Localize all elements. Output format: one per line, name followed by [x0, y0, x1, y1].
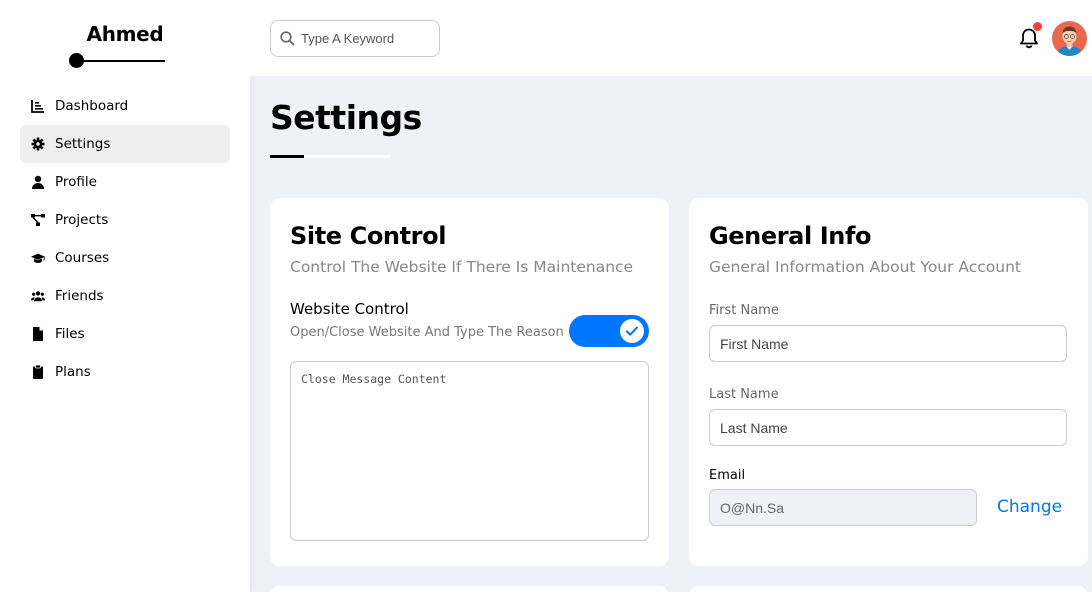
- avatar[interactable]: [1052, 21, 1087, 56]
- site-control-title: Site Control: [290, 222, 447, 250]
- sidebar-item-settings[interactable]: Settings: [20, 125, 230, 163]
- graduation-cap-icon: [30, 250, 46, 266]
- user-icon: [30, 174, 46, 190]
- sidebar-item-label: Settings: [55, 136, 111, 152]
- last-name-label: Last Name: [709, 387, 779, 402]
- sidebar-item-courses[interactable]: Courses: [20, 239, 230, 277]
- site-control-subtitle: Control The Website If There Is Maintena…: [290, 258, 634, 276]
- page-title: Settings: [270, 98, 422, 137]
- lower-card-right: [689, 586, 1088, 592]
- email-field[interactable]: [709, 489, 977, 526]
- sidebar-item-projects[interactable]: Projects: [20, 201, 230, 239]
- email-label: Email: [709, 468, 746, 483]
- website-control-toggle[interactable]: [569, 315, 649, 347]
- sidebar-item-friends[interactable]: Friends: [20, 277, 230, 315]
- sidebar-item-label: Plans: [55, 364, 91, 380]
- search-icon: [280, 31, 295, 46]
- diagram-icon: [30, 212, 46, 228]
- sidebar-item-label: Friends: [55, 288, 104, 304]
- site-control-card: Site Control Control The Website If Ther…: [270, 198, 669, 566]
- header: [250, 0, 1092, 76]
- brand-underline: [76, 60, 165, 62]
- brand-dot: [69, 53, 84, 68]
- sidebar-item-label: Projects: [55, 212, 109, 228]
- clipboard-icon: [30, 364, 46, 380]
- brand-name: Ahmed: [86, 22, 164, 46]
- general-info-card: General Info General Information About Y…: [689, 198, 1088, 566]
- sidebar-item-label: Files: [55, 326, 85, 342]
- sidebar-item-dashboard[interactable]: Dashboard: [20, 87, 230, 125]
- general-info-subtitle: General Information About Your Account: [709, 258, 1022, 276]
- sidebar-item-files[interactable]: Files: [20, 315, 230, 353]
- lower-card-left: [270, 586, 669, 592]
- sidebar-item-label: Courses: [55, 250, 110, 266]
- users-icon: [30, 288, 46, 304]
- chart-icon: [30, 98, 46, 114]
- sidebar-item-label: Dashboard: [55, 98, 129, 114]
- website-control-label: Website Control: [290, 300, 409, 318]
- sidebar-item-profile[interactable]: Profile: [20, 163, 230, 201]
- sidebar-nav: Dashboard Settings Profile Projects Cour…: [20, 87, 230, 391]
- close-message-textarea[interactable]: [290, 361, 649, 541]
- sidebar-item-label: Profile: [55, 174, 97, 190]
- sidebar: Ahmed Dashboard Settings Profile Project…: [0, 0, 250, 592]
- search-input[interactable]: [301, 31, 426, 46]
- check-icon: [620, 319, 644, 343]
- website-control-description: Open/Close Website And Type The Reason: [290, 325, 564, 340]
- first-name-field[interactable]: [709, 325, 1067, 362]
- change-email-link[interactable]: Change: [997, 497, 1062, 517]
- gear-icon: [30, 136, 46, 152]
- file-icon: [30, 326, 46, 342]
- first-name-label: First Name: [709, 303, 779, 318]
- notification-badge: [1033, 22, 1042, 31]
- general-info-title: General Info: [709, 222, 872, 250]
- title-underline-accent: [270, 155, 304, 158]
- sidebar-item-plans[interactable]: Plans: [20, 353, 230, 391]
- last-name-field[interactable]: [709, 409, 1067, 446]
- search-box[interactable]: [270, 20, 440, 57]
